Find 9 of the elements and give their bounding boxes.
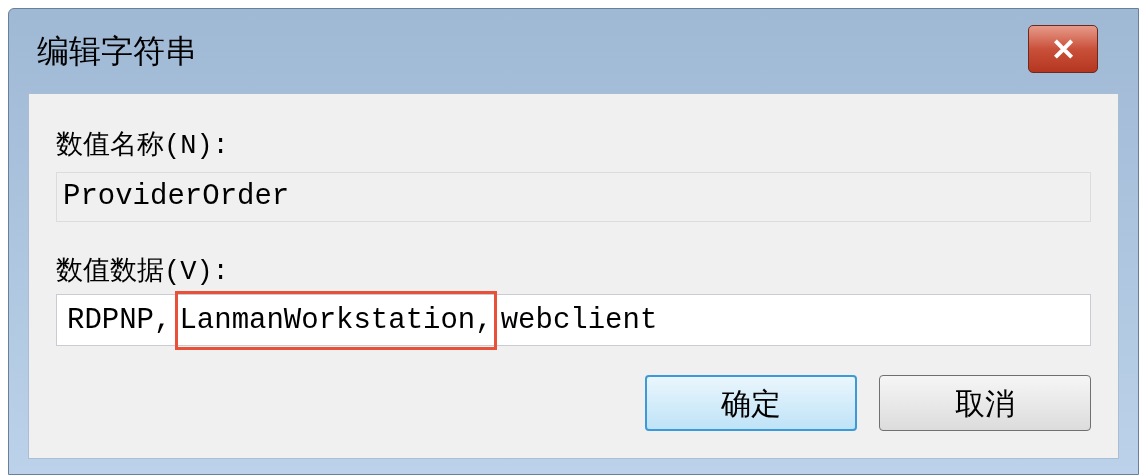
value-text: RDPNP, bbox=[66, 302, 173, 339]
highlighted-text: LanmanWorkstation, bbox=[175, 290, 497, 350]
dialog-button[interactable]: 确定 bbox=[645, 375, 857, 431]
field-label: 数值数据(V): bbox=[56, 256, 230, 289]
window-title: 编辑字符串 bbox=[37, 32, 197, 71]
field-label: 数值名称(N): bbox=[56, 130, 230, 163]
close-button[interactable]: ✕ bbox=[1028, 25, 1098, 73]
dialog-button[interactable]: 取消 bbox=[879, 375, 1091, 431]
value-text: webclient bbox=[499, 302, 659, 339]
